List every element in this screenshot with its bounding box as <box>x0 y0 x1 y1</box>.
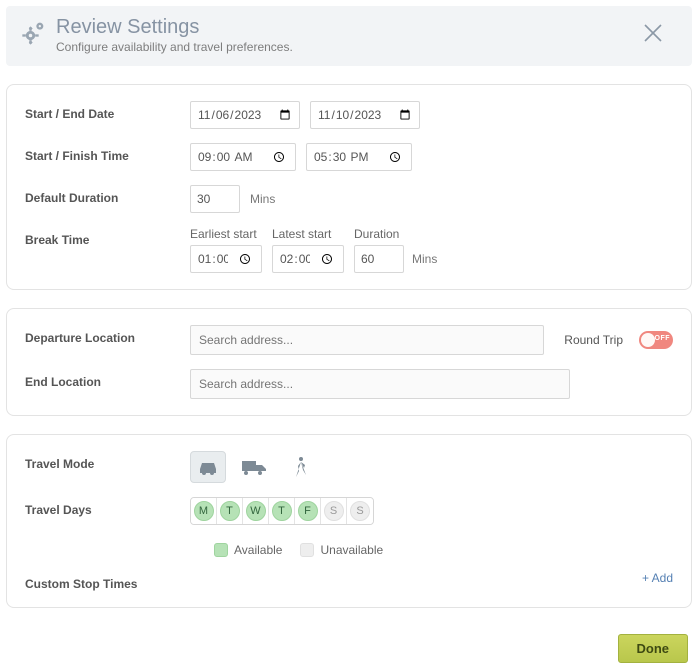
close-icon <box>642 22 664 44</box>
car-icon <box>196 457 220 477</box>
legend-available: Available <box>234 543 282 557</box>
start-end-date-label: Start / End Date <box>25 101 190 121</box>
truck-icon <box>240 457 268 477</box>
page-title: Review Settings <box>56 16 636 38</box>
travel-mode-walk[interactable] <box>282 451 318 483</box>
day-sun[interactable]: S <box>347 498 373 524</box>
location-card: Departure Location Round Trip OFF End Lo… <box>6 308 692 416</box>
travel-mode-car[interactable] <box>190 451 226 483</box>
travel-mode-label: Travel Mode <box>25 451 190 471</box>
break-duration-unit: Mins <box>412 252 437 266</box>
break-latest-input[interactable] <box>272 245 344 273</box>
day-sat[interactable]: S <box>321 498 347 524</box>
break-duration-label: Duration <box>354 227 437 241</box>
finish-time-input[interactable] <box>306 143 412 171</box>
round-trip-label: Round Trip <box>564 333 623 347</box>
day-tue[interactable]: T <box>217 498 243 524</box>
day-thu[interactable]: T <box>269 498 295 524</box>
break-earliest-input[interactable] <box>190 245 262 273</box>
walk-icon <box>292 456 308 478</box>
travel-days-legend: Available Unavailable <box>214 543 383 557</box>
end-location-input[interactable] <box>190 369 570 399</box>
legend-swatch-unavailable <box>300 543 314 557</box>
gears-icon <box>20 18 48 46</box>
departure-location-label: Departure Location <box>25 325 190 345</box>
break-time-label: Break Time <box>25 227 190 247</box>
departure-location-input[interactable] <box>190 325 544 355</box>
add-custom-stop-button[interactable]: + Add <box>642 571 673 585</box>
start-date-input[interactable] <box>190 101 300 129</box>
travel-days-label: Travel Days <box>25 497 190 517</box>
legend-swatch-available <box>214 543 228 557</box>
travel-days-group: M T W T F S S <box>190 497 374 525</box>
travel-mode-truck[interactable] <box>236 451 272 483</box>
close-button[interactable] <box>636 16 678 51</box>
done-button[interactable]: Done <box>618 634 689 663</box>
custom-stop-times-label: Custom Stop Times <box>25 571 190 591</box>
day-fri[interactable]: F <box>295 498 321 524</box>
availability-card: Start / End Date Start / Finish Time Def… <box>6 84 692 290</box>
day-wed[interactable]: W <box>243 498 269 524</box>
day-mon[interactable]: M <box>191 498 217 524</box>
header: Review Settings Configure availability a… <box>6 6 692 66</box>
default-duration-label: Default Duration <box>25 185 190 205</box>
legend-unavailable: Unavailable <box>320 543 383 557</box>
end-location-label: End Location <box>25 369 190 389</box>
break-earliest-label: Earliest start <box>190 227 262 241</box>
start-time-input[interactable] <box>190 143 296 171</box>
break-duration-input[interactable] <box>354 245 404 273</box>
round-trip-toggle[interactable]: OFF <box>639 331 673 349</box>
footer: Done <box>6 634 692 663</box>
default-duration-input[interactable] <box>190 185 240 213</box>
page-subtitle: Configure availability and travel prefer… <box>56 40 636 54</box>
round-trip-state: OFF <box>655 335 671 342</box>
travel-card: Travel Mode Travel Days M T W <box>6 434 692 608</box>
default-duration-unit: Mins <box>250 192 275 206</box>
break-latest-label: Latest start <box>272 227 344 241</box>
start-finish-time-label: Start / Finish Time <box>25 143 190 163</box>
end-date-input[interactable] <box>310 101 420 129</box>
